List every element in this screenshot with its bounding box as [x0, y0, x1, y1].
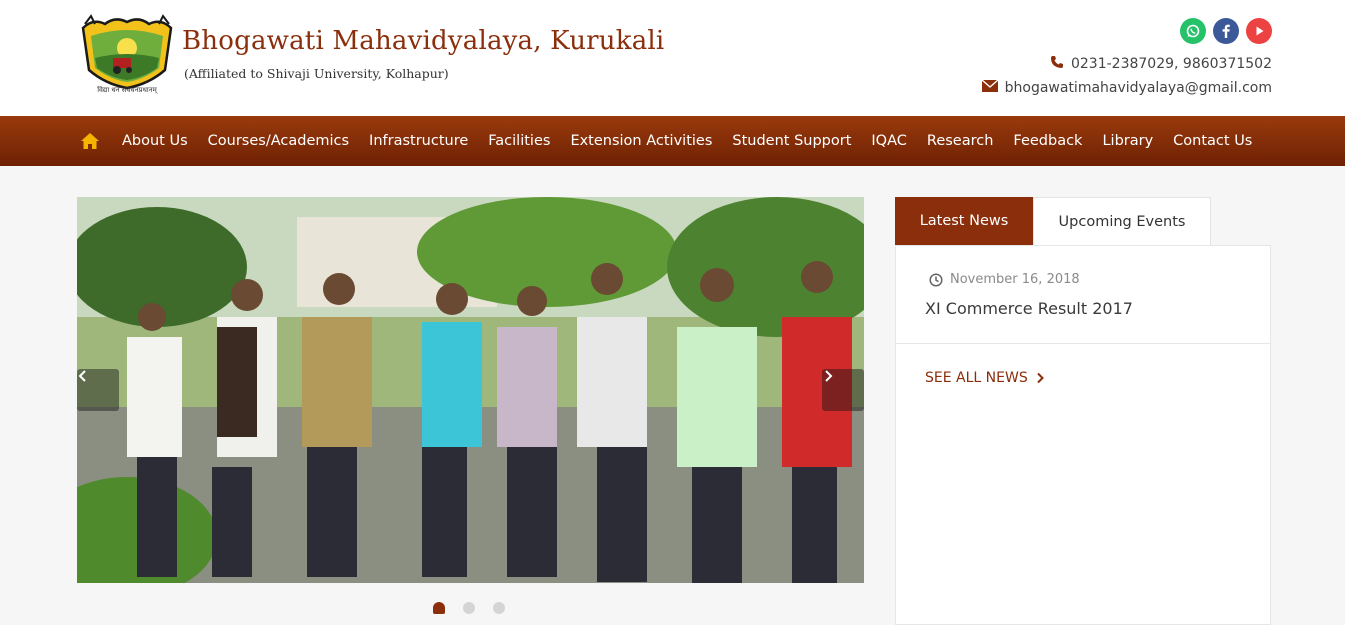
news-date-text: November 16, 2018: [950, 272, 1080, 287]
contact-email: bhogawatimahavidyalaya@gmail.com: [981, 79, 1272, 96]
see-all-news-label: SEE ALL NEWS: [925, 370, 1028, 386]
nav-item-student-support[interactable]: Student Support: [722, 133, 861, 149]
chevron-right-icon: [825, 370, 833, 382]
nav-item-about-us[interactable]: About Us: [112, 133, 198, 149]
college-logo[interactable]: विद्या धनं सर्वधनप्रधानम्: [77, 14, 177, 98]
slider-dot-1[interactable]: [433, 602, 445, 614]
slider-dots: [433, 602, 505, 614]
nav-item-contact-us[interactable]: Contact Us: [1163, 133, 1262, 149]
nav-item-research[interactable]: Research: [917, 133, 1004, 149]
nav-item-feedback[interactable]: Feedback: [1003, 133, 1092, 149]
chevron-left-icon: [78, 370, 86, 382]
slider-prev-button[interactable]: [77, 369, 119, 411]
tab-upcoming-events[interactable]: Upcoming Events: [1033, 197, 1211, 245]
nav-menu: About Us Courses/Academics Infrastructur…: [112, 116, 1262, 166]
site-subtitle: (Affiliated to Shivaji University, Kolha…: [184, 66, 449, 81]
phone-number[interactable]: 0231-2387029, 9860371502: [1071, 56, 1272, 72]
facebook-icon[interactable]: [1213, 18, 1239, 44]
see-all-news-link[interactable]: SEE ALL NEWS: [925, 370, 1045, 386]
nav-item-iqac[interactable]: IQAC: [861, 133, 916, 149]
nav-item-infrastructure[interactable]: Infrastructure: [359, 133, 478, 149]
slide-photo: [77, 197, 864, 583]
news-date: November 16, 2018: [929, 272, 1080, 287]
news-panel: November 16, 2018 XI Commerce Result 201…: [895, 245, 1271, 625]
news-tabs: Latest News Upcoming Events: [895, 197, 1211, 245]
social-links: [1180, 18, 1272, 44]
news-title-link[interactable]: XI Commerce Result 2017: [925, 299, 1133, 318]
slider-dot-3[interactable]: [493, 602, 505, 614]
site-header: विद्या धनं सर्वधनप्रधानम् Bhogawati Maha…: [0, 0, 1345, 116]
whatsapp-icon[interactable]: [1180, 18, 1206, 44]
slider-next-button[interactable]: [822, 369, 864, 411]
phone-icon: [1050, 55, 1064, 73]
contact-phone: 0231-2387029, 9860371502: [1050, 55, 1272, 73]
clock-icon: [929, 272, 943, 287]
photo-slider[interactable]: [77, 197, 864, 583]
site-title[interactable]: Bhogawati Mahavidyalaya, Kurukali: [182, 26, 664, 56]
chevron-right-icon: [1036, 372, 1044, 384]
tab-latest-news[interactable]: Latest News: [895, 197, 1033, 245]
nav-item-library[interactable]: Library: [1092, 133, 1163, 149]
email-address[interactable]: bhogawatimahavidyalaya@gmail.com: [1005, 80, 1272, 96]
nav-item-extension-activities[interactable]: Extension Activities: [560, 133, 722, 149]
slider-dot-2[interactable]: [463, 602, 475, 614]
news-item: November 16, 2018 XI Commerce Result 201…: [896, 246, 1270, 344]
youtube-icon[interactable]: [1246, 18, 1272, 44]
logo-caption: विद्या धनं सर्वधनप्रधानम्: [97, 86, 157, 94]
nav-item-facilities[interactable]: Facilities: [478, 133, 560, 149]
main-nav: About Us Courses/Academics Infrastructur…: [0, 116, 1345, 166]
home-icon[interactable]: [80, 131, 100, 151]
envelope-icon: [981, 79, 999, 96]
nav-item-courses-academics[interactable]: Courses/Academics: [198, 133, 359, 149]
